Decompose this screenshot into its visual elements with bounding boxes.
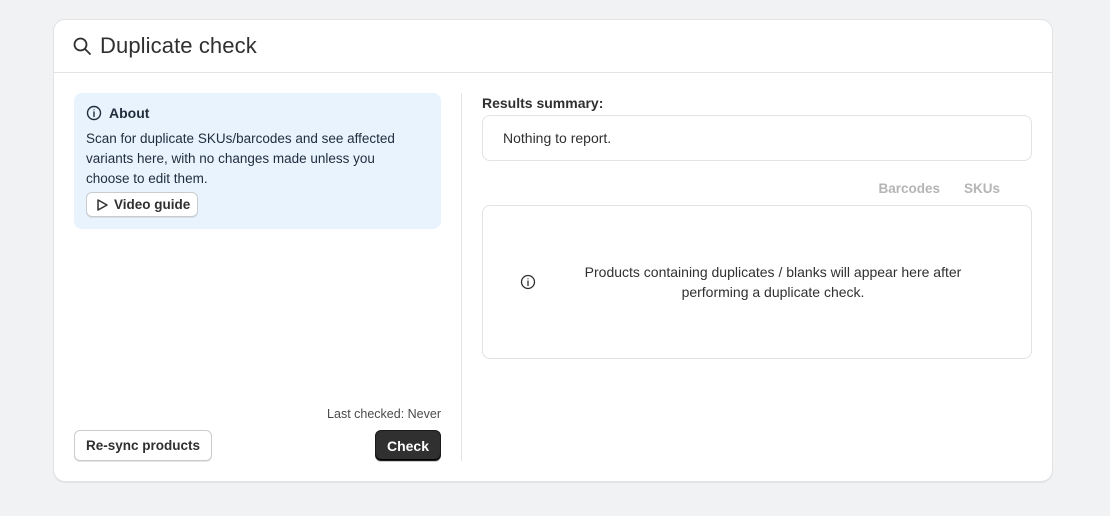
last-checked-text: Last checked: Never: [327, 407, 441, 421]
left-footer: Re-sync products Last checked: Never Che…: [74, 401, 441, 461]
duplicate-check-card: Duplicate check About Scan for duplicate…: [53, 19, 1053, 482]
card-header: Duplicate check: [54, 20, 1052, 73]
page-title: Duplicate check: [100, 33, 257, 58]
video-guide-label: Video guide: [114, 197, 191, 212]
info-icon: [86, 105, 102, 121]
right-panel: Results summary: Nothing to report. Barc…: [482, 93, 1032, 359]
panel-divider: [461, 93, 462, 461]
about-banner: About Scan for duplicate SKUs/barcodes a…: [74, 93, 441, 229]
about-description: Scan for duplicate SKUs/barcodes and see…: [86, 131, 395, 186]
search-icon: [72, 36, 92, 56]
results-tabs: Barcodes SKUs: [482, 181, 1032, 196]
tab-barcodes[interactable]: Barcodes: [878, 181, 940, 196]
resync-products-button[interactable]: Re-sync products: [74, 430, 213, 461]
results-summary-label: Results summary:: [482, 95, 604, 111]
info-icon: [520, 274, 536, 290]
play-icon: [95, 198, 109, 212]
about-header: About: [86, 105, 429, 121]
about-title: About: [109, 105, 150, 121]
video-guide-button[interactable]: Video guide: [86, 192, 199, 217]
tab-skus[interactable]: SKUs: [964, 181, 1000, 196]
results-empty-state: Products containing duplicates / blanks …: [482, 205, 1032, 359]
results-summary-text: Nothing to report.: [503, 130, 612, 146]
check-button[interactable]: Check: [374, 430, 441, 461]
empty-state-text: Products containing duplicates / blanks …: [584, 264, 962, 300]
results-summary-box: Nothing to report.: [482, 115, 1032, 161]
left-panel: About Scan for duplicate SKUs/barcodes a…: [74, 93, 441, 461]
